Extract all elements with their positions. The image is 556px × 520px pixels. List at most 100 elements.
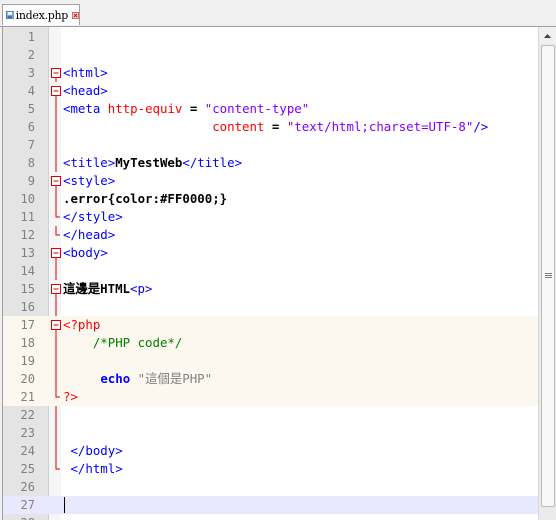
code-text: </body> bbox=[63, 442, 122, 460]
code-line[interactable]: 26 bbox=[3, 478, 539, 496]
code-line[interactable]: 11 </style> bbox=[3, 208, 539, 226]
line-number: 17 bbox=[20, 318, 35, 332]
code-text: </html> bbox=[63, 460, 123, 478]
line-number: 5 bbox=[27, 102, 35, 116]
code-line[interactable]: 2 bbox=[3, 46, 539, 64]
code-line[interactable]: 22 bbox=[3, 406, 539, 424]
fold-toggle-icon[interactable] bbox=[50, 172, 62, 190]
code-editor[interactable]: 1 2 3 <html> 4 <head> 5 <meta http-equiv = "con… bbox=[2, 27, 539, 520]
code-line[interactable]: 10 .error{color:#FF0000;} bbox=[3, 190, 539, 208]
code-text: 這邊是HTML<p> bbox=[63, 280, 152, 298]
code-line[interactable]: 21 ?> bbox=[3, 388, 539, 406]
code-text: <title>MyTestWeb</title> bbox=[63, 154, 242, 172]
fold-toggle-icon[interactable] bbox=[50, 244, 62, 262]
code-text: </head> bbox=[63, 226, 115, 244]
fold-end-icon bbox=[55, 208, 60, 218]
code-line[interactable]: 17 <?php bbox=[3, 316, 539, 334]
tab-index-php[interactable]: index.php bbox=[2, 4, 80, 25]
line-number: 28 bbox=[3, 514, 35, 520]
code-token: ?> bbox=[63, 389, 78, 404]
code-text: content = "text/html;charset=UTF-8"/> bbox=[63, 118, 488, 136]
fold-toggle-icon[interactable] bbox=[50, 82, 62, 100]
code-line[interactable]: 8 <title>MyTestWeb</title> bbox=[3, 154, 539, 172]
code-token: = bbox=[264, 119, 287, 134]
line-number: 24 bbox=[20, 444, 35, 458]
code-line[interactable]: 18 /*PHP code*/ bbox=[3, 334, 539, 352]
line-number: 11 bbox=[20, 210, 35, 224]
code-token: MyTestWeb bbox=[115, 155, 183, 170]
fold-line-icon bbox=[55, 406, 57, 424]
code-text: <style> bbox=[63, 172, 115, 190]
line-number: 19 bbox=[20, 354, 35, 368]
line-number: 10 bbox=[20, 192, 35, 206]
code-token: </html> bbox=[70, 461, 123, 476]
code-line[interactable]: 14 bbox=[3, 262, 539, 280]
fold-line-icon bbox=[55, 154, 57, 172]
code-line[interactable]: 13 <body> bbox=[3, 244, 539, 262]
scroll-up-button[interactable] bbox=[539, 27, 556, 44]
code-line[interactable]: 23 bbox=[3, 424, 539, 442]
fold-line-icon bbox=[55, 298, 57, 316]
code-text: <body> bbox=[63, 244, 108, 262]
text-caret bbox=[64, 497, 65, 513]
code-line[interactable]: 7 bbox=[3, 136, 539, 154]
code-line[interactable]: 16 bbox=[3, 298, 539, 316]
code-line[interactable]: 24 </body> bbox=[3, 442, 539, 460]
line-number: 25 bbox=[20, 462, 35, 476]
scroll-up-icon bbox=[544, 33, 551, 38]
fold-toggle-icon[interactable] bbox=[50, 64, 62, 82]
code-token: <title> bbox=[63, 155, 116, 170]
fold-toggle-icon[interactable] bbox=[50, 316, 62, 334]
code-line[interactable]: 27 bbox=[3, 496, 539, 514]
code-text: <html> bbox=[63, 64, 108, 82]
line-number: 9 bbox=[27, 174, 35, 188]
code-line[interactable]: 3 <html> bbox=[3, 64, 539, 82]
fold-line-icon bbox=[55, 334, 57, 352]
code-text: ?> bbox=[63, 388, 78, 406]
code-token: echo bbox=[100, 371, 131, 386]
tab-label: index.php bbox=[15, 8, 69, 22]
code-line[interactable]: 15 這邊是HTML<p> bbox=[3, 280, 539, 298]
grip-icon bbox=[545, 273, 552, 279]
code-line[interactable]: 5 <meta http-equiv = "content-type" bbox=[3, 100, 539, 118]
code-line[interactable]: 28 bbox=[3, 514, 539, 520]
line-number: 15 bbox=[20, 282, 35, 296]
line-number: 4 bbox=[27, 84, 35, 98]
code-token: <body> bbox=[63, 245, 108, 260]
code-line[interactable]: 20 echo "這個是PHP" bbox=[3, 370, 539, 388]
line-number: 23 bbox=[20, 426, 35, 440]
code-text: .error{color:#FF0000;} bbox=[63, 190, 227, 208]
code-line[interactable]: 12 </head> bbox=[3, 226, 539, 244]
code-line[interactable]: 6 content = "text/html;charset=UTF-8"/> bbox=[3, 118, 539, 136]
code-line[interactable]: 1 bbox=[3, 28, 539, 46]
line-number: 26 bbox=[20, 480, 35, 494]
line-number: 1 bbox=[27, 30, 35, 44]
code-line[interactable]: 19 bbox=[3, 352, 539, 370]
fold-end-icon bbox=[55, 460, 60, 470]
line-number: 16 bbox=[20, 300, 35, 314]
code-text: </style> bbox=[63, 208, 123, 226]
line-number: 8 bbox=[27, 156, 35, 170]
fold-line-icon bbox=[55, 370, 57, 388]
line-number: 18 bbox=[20, 336, 35, 350]
scroll-thumb[interactable] bbox=[541, 45, 555, 507]
code-token: <head> bbox=[63, 83, 108, 98]
code-token: .error{color:#FF0000;} bbox=[63, 191, 228, 206]
code-text: <meta http-equiv = "content-type" bbox=[63, 100, 309, 118]
code-line[interactable]: 4 <head> bbox=[3, 82, 539, 100]
code-token: "這個是PHP" bbox=[130, 371, 213, 386]
fold-toggle-icon[interactable] bbox=[50, 280, 62, 298]
code-line[interactable]: 9 <style> bbox=[3, 172, 539, 190]
save-file-icon bbox=[6, 11, 14, 19]
code-token: <style> bbox=[63, 173, 116, 188]
vertical-scrollbar[interactable] bbox=[538, 27, 556, 520]
line-number: 20 bbox=[20, 372, 35, 386]
code-token: </head> bbox=[63, 227, 116, 242]
line-number: 21 bbox=[20, 390, 35, 404]
code-text: /*PHP code*/ bbox=[63, 334, 183, 352]
code-token: "text/html;charset=UTF-8" bbox=[286, 119, 474, 134]
fold-line-icon bbox=[55, 118, 57, 136]
code-token: </title> bbox=[182, 155, 243, 170]
code-line[interactable]: 25 </html> bbox=[3, 460, 539, 478]
close-icon[interactable] bbox=[71, 10, 79, 21]
